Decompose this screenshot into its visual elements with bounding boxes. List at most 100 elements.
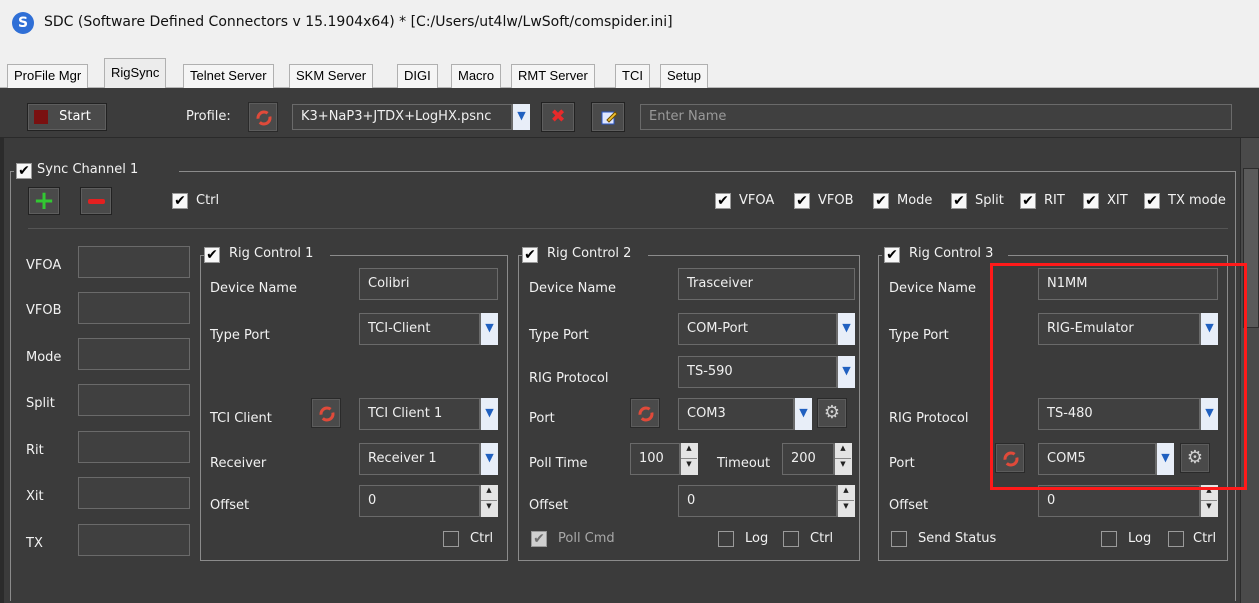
reload-icon	[256, 110, 272, 126]
rig2-offset-input[interactable]: 0	[678, 485, 837, 517]
rig1-enable-checkbox[interactable]: ✔	[204, 247, 220, 263]
rig3-log-label: Log	[1128, 531, 1152, 546]
tab-macro[interactable]: Macro	[451, 64, 502, 88]
tab-skm-server[interactable]: SKM Server	[289, 64, 374, 88]
flag-mode-checkbox[interactable]: ✔	[873, 193, 889, 209]
flag-vfoa-label: VFOA	[739, 193, 775, 208]
spin-up-icon[interactable]: ▲	[481, 485, 497, 501]
rig2-title: Rig Control 2	[547, 246, 632, 261]
rig2-offset-label: Offset	[529, 498, 569, 513]
rig1-type-port-label: Type Port	[210, 328, 270, 343]
tab-rmt-server[interactable]: RMT Server	[511, 64, 595, 88]
profile-dropdown-icon[interactable]: ▼	[512, 104, 530, 130]
rig1-tci-reload-button[interactable]	[311, 398, 341, 428]
rig2-type-port-select[interactable]: COM-Port	[678, 313, 837, 345]
gear-icon: ⚙	[823, 402, 841, 423]
close-x-icon: ✖	[550, 106, 566, 127]
status-mode-label: Mode	[26, 350, 62, 365]
flag-split-checkbox[interactable]: ✔	[951, 193, 967, 209]
edit-profile-button[interactable]	[591, 102, 625, 132]
flag-split-label: Split	[975, 193, 1004, 208]
spin-up-icon[interactable]: ▲	[681, 443, 697, 459]
tab-tci[interactable]: TCI	[615, 64, 650, 88]
rig2-rig-protocol-dropdown-icon[interactable]: ▼	[837, 356, 855, 388]
rig2-port-dropdown-icon[interactable]: ▼	[794, 398, 812, 430]
rig2-poll-time-spinner[interactable]: ▲ ▼	[680, 443, 698, 475]
tab-setup[interactable]: Setup	[660, 64, 708, 88]
rig3-type-port-label: Type Port	[889, 328, 949, 343]
rig3-log-checkbox[interactable]	[1101, 531, 1117, 547]
spin-down-icon[interactable]: ▼	[835, 459, 851, 475]
plus-icon: +	[33, 186, 55, 216]
rig2-poll-cmd-checkbox[interactable]: ✔	[531, 531, 547, 547]
rig1-type-port-dropdown-icon[interactable]: ▼	[480, 313, 498, 345]
rig1-device-name-input[interactable]: Colibri	[359, 268, 498, 300]
rig2-device-name-input[interactable]: Trasceiver	[678, 268, 855, 300]
rig2-type-port-dropdown-icon[interactable]: ▼	[837, 313, 855, 345]
flag-xit-checkbox[interactable]: ✔	[1083, 193, 1099, 209]
spin-down-icon[interactable]: ▼	[681, 459, 697, 475]
tab-digi[interactable]: DIGI	[397, 64, 438, 88]
rig1-receiver-dropdown-icon[interactable]: ▼	[480, 443, 498, 475]
rig2-timeout-spinner[interactable]: ▲ ▼	[834, 443, 852, 475]
profile-reload-button[interactable]	[248, 102, 278, 132]
flag-mode-label: Mode	[897, 193, 933, 208]
rig1-ctrl-checkbox[interactable]	[443, 531, 459, 547]
rig2-offset-spinner[interactable]: ▲ ▼	[837, 485, 855, 517]
rig2-poll-time-input[interactable]: 100	[630, 443, 680, 475]
sync-channel-checkbox[interactable]: ✔	[16, 163, 32, 179]
status-rit-label: Rit	[26, 443, 44, 458]
rig2-log-checkbox[interactable]	[718, 531, 734, 547]
profile-name-input[interactable]: Enter Name	[640, 104, 1232, 130]
spin-up-icon[interactable]: ▲	[835, 443, 851, 459]
rig3-ctrl-checkbox[interactable]	[1168, 531, 1184, 547]
flag-txmode-checkbox[interactable]: ✔	[1144, 193, 1160, 209]
flag-vfob-checkbox[interactable]: ✔	[794, 193, 810, 209]
flag-vfoa-checkbox[interactable]: ✔	[715, 193, 731, 209]
rig3-port-label: Port	[889, 456, 915, 471]
flag-rit-checkbox[interactable]: ✔	[1020, 193, 1036, 209]
rig1-type-port-select[interactable]: TCI-Client	[359, 313, 480, 345]
rig2-ctrl-checkbox[interactable]	[783, 531, 799, 547]
rig3-enable-checkbox[interactable]: ✔	[884, 247, 900, 263]
profile-select[interactable]: K3+NaP3+JTDX+LogHX.psnc	[292, 104, 512, 130]
rig3-ctrl-label: Ctrl	[1193, 531, 1217, 546]
rig3-send-status-label: Send Status	[918, 531, 997, 546]
rig3-send-status-checkbox[interactable]	[891, 531, 907, 547]
rig3-title: Rig Control 3	[909, 246, 994, 261]
stop-indicator-icon	[34, 110, 48, 124]
add-channel-button[interactable]: +	[28, 187, 60, 215]
rig2-log-label: Log	[745, 531, 769, 546]
rig2-port-settings-button[interactable]: ⚙	[817, 398, 847, 428]
delete-profile-button[interactable]: ✖	[541, 102, 575, 132]
rig1-ctrl-label: Ctrl	[470, 531, 494, 546]
spin-down-icon[interactable]: ▼	[838, 501, 854, 517]
rig2-port-select[interactable]: COM3	[678, 398, 794, 430]
status-vfob-field	[78, 292, 190, 324]
start-button[interactable]: Start	[27, 103, 107, 131]
rig1-tci-client-select[interactable]: TCI Client 1	[359, 398, 480, 430]
ctrl-checkbox[interactable]: ✔	[172, 193, 188, 209]
window-title: SDC (Software Defined Connectors v 15.19…	[44, 14, 673, 30]
status-vfob-label: VFOB	[26, 303, 62, 318]
spin-down-icon[interactable]: ▼	[1201, 501, 1217, 517]
rig1-offset-input[interactable]: 0	[359, 485, 480, 517]
tab-profile-mgr[interactable]: ProFile Mgr	[7, 64, 89, 88]
spin-down-icon[interactable]: ▼	[481, 501, 497, 517]
rig2-timeout-input[interactable]: 200	[782, 443, 834, 475]
rig1-device-name-label: Device Name	[210, 281, 297, 296]
tab-telnet-server[interactable]: Telnet Server	[183, 64, 274, 88]
tab-rigsync[interactable]: RigSync	[104, 58, 167, 88]
rig1-offset-spinner[interactable]: ▲ ▼	[480, 485, 498, 517]
rig1-receiver-select[interactable]: Receiver 1	[359, 443, 480, 475]
remove-channel-button[interactable]	[80, 187, 112, 215]
rig2-poll-cmd-label: Poll Cmd	[558, 531, 615, 546]
rig2-enable-checkbox[interactable]: ✔	[522, 247, 538, 263]
spin-up-icon[interactable]: ▲	[838, 485, 854, 501]
rig1-tci-client-dropdown-icon[interactable]: ▼	[480, 398, 498, 430]
rig2-port-reload-button[interactable]	[630, 398, 660, 428]
panel-left-edge	[0, 138, 4, 603]
rig1-receiver-label: Receiver	[210, 456, 267, 471]
rig2-rig-protocol-select[interactable]: TS-590	[678, 356, 837, 388]
status-xit-field	[78, 477, 190, 509]
